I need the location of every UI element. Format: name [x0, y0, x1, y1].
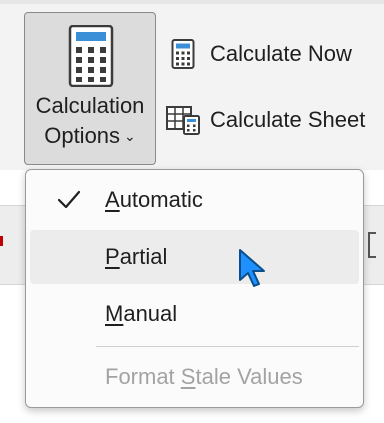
- menu-item-partial-label: Partial: [105, 244, 167, 270]
- red-indicator: [0, 236, 3, 246]
- checkmark-icon: [57, 190, 81, 209]
- calculation-options-label-line1: Calculation: [35, 93, 145, 118]
- calculation-options-button[interactable]: Calculation Options ⌄: [24, 12, 156, 165]
- ribbon: Calculation Options ⌄ Calculate Now Calc…: [0, 0, 384, 170]
- sheet-calculator-icon: [166, 103, 200, 137]
- label-rest: anual: [123, 301, 178, 326]
- menu-item-format-stale-values-label: Format Stale Values: [105, 364, 303, 390]
- calculate-sheet-label: Calculate Sheet: [210, 107, 366, 132]
- calculate-sheet-button[interactable]: Calculate Sheet: [166, 98, 382, 142]
- menu-item-automatic-label: Automatic: [105, 187, 203, 213]
- calculation-options-label: Calculation Options ⌄: [25, 91, 155, 151]
- access-key: P: [105, 244, 120, 269]
- label-before: Format: [105, 364, 181, 389]
- calculate-now-label: Calculate Now: [210, 41, 352, 66]
- calculation-options-label-line2-text: Options: [44, 123, 121, 148]
- ribbon-top-border: [0, 0, 384, 4]
- calculator-icon: [68, 25, 114, 87]
- calculation-options-label-line2: Options ⌄: [25, 121, 155, 151]
- access-key: M: [105, 301, 124, 326]
- label-rest: artial: [119, 244, 168, 269]
- chevron-down-icon: ⌄: [124, 128, 136, 144]
- mouse-pointer-icon: [239, 249, 265, 287]
- access-key: S: [180, 364, 196, 389]
- label-rest: tale Values: [195, 364, 303, 389]
- calculate-now-button[interactable]: Calculate Now: [166, 32, 382, 76]
- access-key: A: [105, 187, 120, 212]
- menu-item-manual[interactable]: Manual: [30, 287, 359, 341]
- menu-item-format-stale-values: Format Stale Values: [30, 350, 359, 404]
- menu-separator: [96, 346, 359, 347]
- menu-item-manual-label: Manual: [105, 301, 177, 327]
- menu-item-automatic[interactable]: Automatic: [30, 173, 359, 227]
- calculator-small-icon: [166, 37, 200, 71]
- bracket-indicator: [368, 232, 376, 258]
- calculation-options-menu: Automatic Partial Manual Format Stale Va…: [25, 169, 364, 408]
- menu-item-partial[interactable]: Partial: [30, 230, 359, 284]
- label-rest: utomatic: [119, 187, 203, 212]
